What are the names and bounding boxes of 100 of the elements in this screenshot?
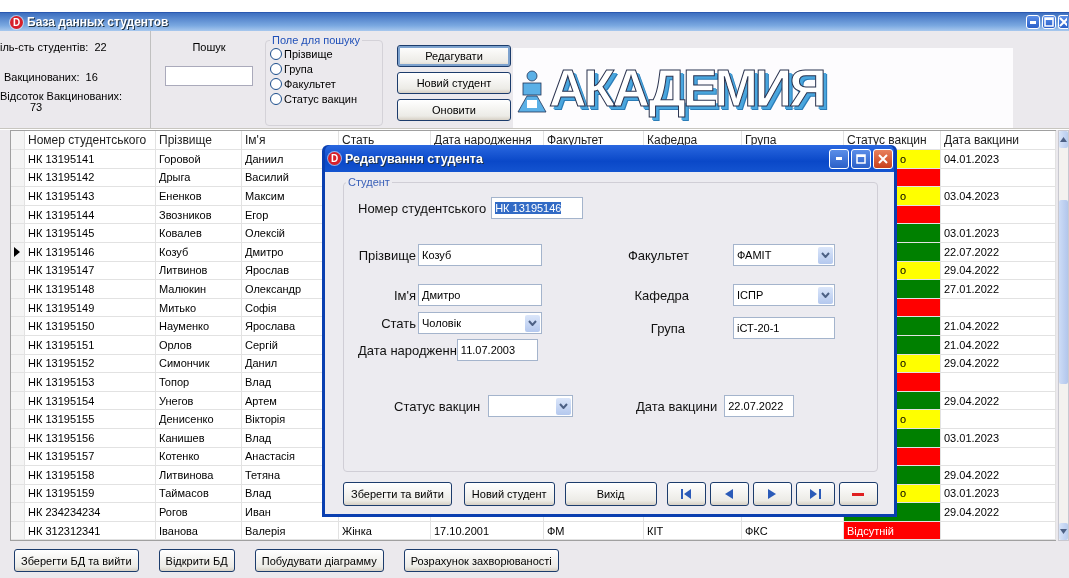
stat-label: іль-сть студентів:	[0, 41, 89, 53]
radio-option[interactable]: Прізвище	[270, 46, 382, 61]
table-cell: Науменко	[156, 317, 242, 336]
triangle-right-icon[interactable]	[768, 489, 777, 499]
field-label: Стать	[380, 315, 417, 331]
maximize-icon[interactable]	[856, 153, 866, 164]
text-field[interactable]: Дмитро	[418, 284, 542, 306]
radio-option[interactable]: Група	[270, 61, 382, 76]
table-cell: 03.01.2023	[941, 428, 1056, 448]
table-cell: НК 13195145	[25, 224, 156, 243]
search-field[interactable]	[165, 66, 253, 86]
dropdown-field[interactable]: Чоловік	[418, 312, 542, 334]
minimize-button[interactable]	[829, 148, 849, 169]
text-field[interactable]: іСТ-20-1	[733, 317, 835, 339]
first-record-button[interactable]	[666, 482, 706, 506]
table-cell: Симончик	[156, 354, 242, 374]
table-cell: Іванова	[156, 521, 242, 541]
text-field[interactable]: НК 13195146	[491, 197, 584, 219]
column-header[interactable]: Прізвище	[156, 131, 242, 150]
table-cell: НК 13195151	[25, 335, 156, 355]
current-row-icon	[14, 246, 20, 257]
close-icon[interactable]	[878, 153, 888, 164]
dialog-button[interactable]: Вихід	[564, 482, 657, 506]
table-cell: 03.01.2023	[941, 484, 1056, 504]
action-button[interactable]: Розрахунок захворюваності	[403, 549, 559, 572]
dialog-button[interactable]: Новий студент	[463, 482, 555, 506]
table-cell: НК 13195158	[25, 466, 156, 485]
triangle-left-icon[interactable]	[725, 489, 734, 499]
minimize-button[interactable]	[1026, 15, 1040, 29]
search-label: Пошук	[192, 41, 226, 53]
radio-icon[interactable]	[270, 77, 282, 90]
group-title: Поле для пошуку	[271, 34, 362, 46]
text-field[interactable]: Козуб	[418, 244, 542, 266]
app-icon: D	[328, 152, 341, 165]
toolbar-button[interactable]: Редагувати	[397, 45, 511, 67]
table-cell: 22.07.2022	[941, 242, 1056, 262]
radio-icon[interactable]	[270, 92, 282, 105]
table-cell: 21.04.2022	[941, 317, 1056, 336]
table-cell: 03.04.2023	[941, 187, 1056, 206]
text-field[interactable]: 22.07.2022	[724, 395, 795, 417]
table-cell: НК 13195148	[25, 280, 156, 299]
maximize-button[interactable]	[851, 148, 871, 169]
scrollbar[interactable]	[1058, 130, 1069, 541]
table-cell: НК 13195154	[25, 391, 156, 411]
table-cell: НК 234234234	[25, 503, 156, 522]
field-label: Статус вакцин	[394, 398, 481, 414]
table-cell: 29.04.2022	[941, 503, 1056, 522]
app-icon: D	[10, 15, 23, 29]
table-cell: Звозников	[156, 205, 242, 225]
column-header[interactable]: Номер студентського	[25, 131, 156, 150]
action-button[interactable]: Зберегти БД та вийти	[14, 549, 139, 572]
toolbar-button[interactable]: Оновити	[397, 99, 511, 121]
stat-label: Відсоток Вакцинованих:	[0, 91, 124, 102]
table-cell: Денисенко	[156, 410, 242, 429]
table-cell: 29.04.2022	[941, 261, 1056, 281]
table-cell: НК 13195146	[25, 242, 156, 262]
minus-icon[interactable]	[852, 492, 865, 496]
dropdown-field[interactable]	[488, 395, 574, 417]
toolbar-button[interactable]: Новий студент	[397, 72, 511, 94]
table-cell: Дрыга	[156, 168, 242, 188]
text-field[interactable]: 11.07.2003	[456, 339, 538, 361]
column-header[interactable]: Дата вакцини	[941, 131, 1056, 150]
table-cell: НК 13195153	[25, 373, 156, 392]
close-button[interactable]	[873, 148, 893, 169]
scroll-up-icon[interactable]	[1060, 137, 1067, 142]
table-cell: НК 13195144	[25, 205, 156, 225]
field-label: Факультет	[626, 247, 690, 263]
field-label: Дата вакцини	[636, 398, 718, 414]
next-record-button[interactable]	[752, 482, 792, 506]
table-cell: НК 13195156	[25, 428, 156, 448]
table-cell: Котенко	[156, 447, 242, 467]
field-label: Ім'я	[392, 287, 417, 303]
table-cell: НК 13195147	[25, 261, 156, 281]
table-cell: Малюкин	[156, 280, 242, 299]
table-cell: НК 13195155	[25, 410, 156, 429]
action-button[interactable]: Побудувати діаграмму	[254, 549, 384, 572]
previous-record-button[interactable]	[709, 482, 749, 506]
dropdown-field[interactable]: ІСПР	[733, 284, 835, 306]
action-button[interactable]: Відкрити БД	[158, 549, 235, 572]
skip-to-end-icon[interactable]	[809, 489, 821, 499]
minimize-icon[interactable]	[1030, 20, 1036, 24]
window-title: База данных студентов	[27, 15, 169, 29]
field-label: Номер студентського	[358, 200, 487, 216]
table-cell: Козуб	[156, 242, 242, 262]
last-record-button[interactable]	[795, 482, 835, 506]
radio-icon[interactable]	[270, 47, 282, 60]
scroll-down-icon[interactable]	[1060, 529, 1067, 534]
delete-record-button[interactable]	[838, 482, 878, 506]
skip-to-start-icon[interactable]	[680, 489, 692, 499]
dropdown-field[interactable]: ФАМІТ	[733, 244, 835, 266]
group-title: Студент	[347, 176, 391, 188]
dialog-button[interactable]: Зберегти та вийти	[343, 482, 452, 506]
radio-icon[interactable]	[270, 62, 282, 75]
table-cell: Орлов	[156, 335, 242, 355]
table-cell: НК 13195143	[25, 187, 156, 206]
table-cell: 21.04.2022	[941, 335, 1056, 355]
table-cell: Канишев	[156, 428, 242, 448]
radio-option[interactable]: Статус вакцин	[270, 91, 382, 106]
field-label: Прізвище	[357, 247, 417, 263]
radio-option[interactable]: Факультет	[270, 76, 382, 91]
